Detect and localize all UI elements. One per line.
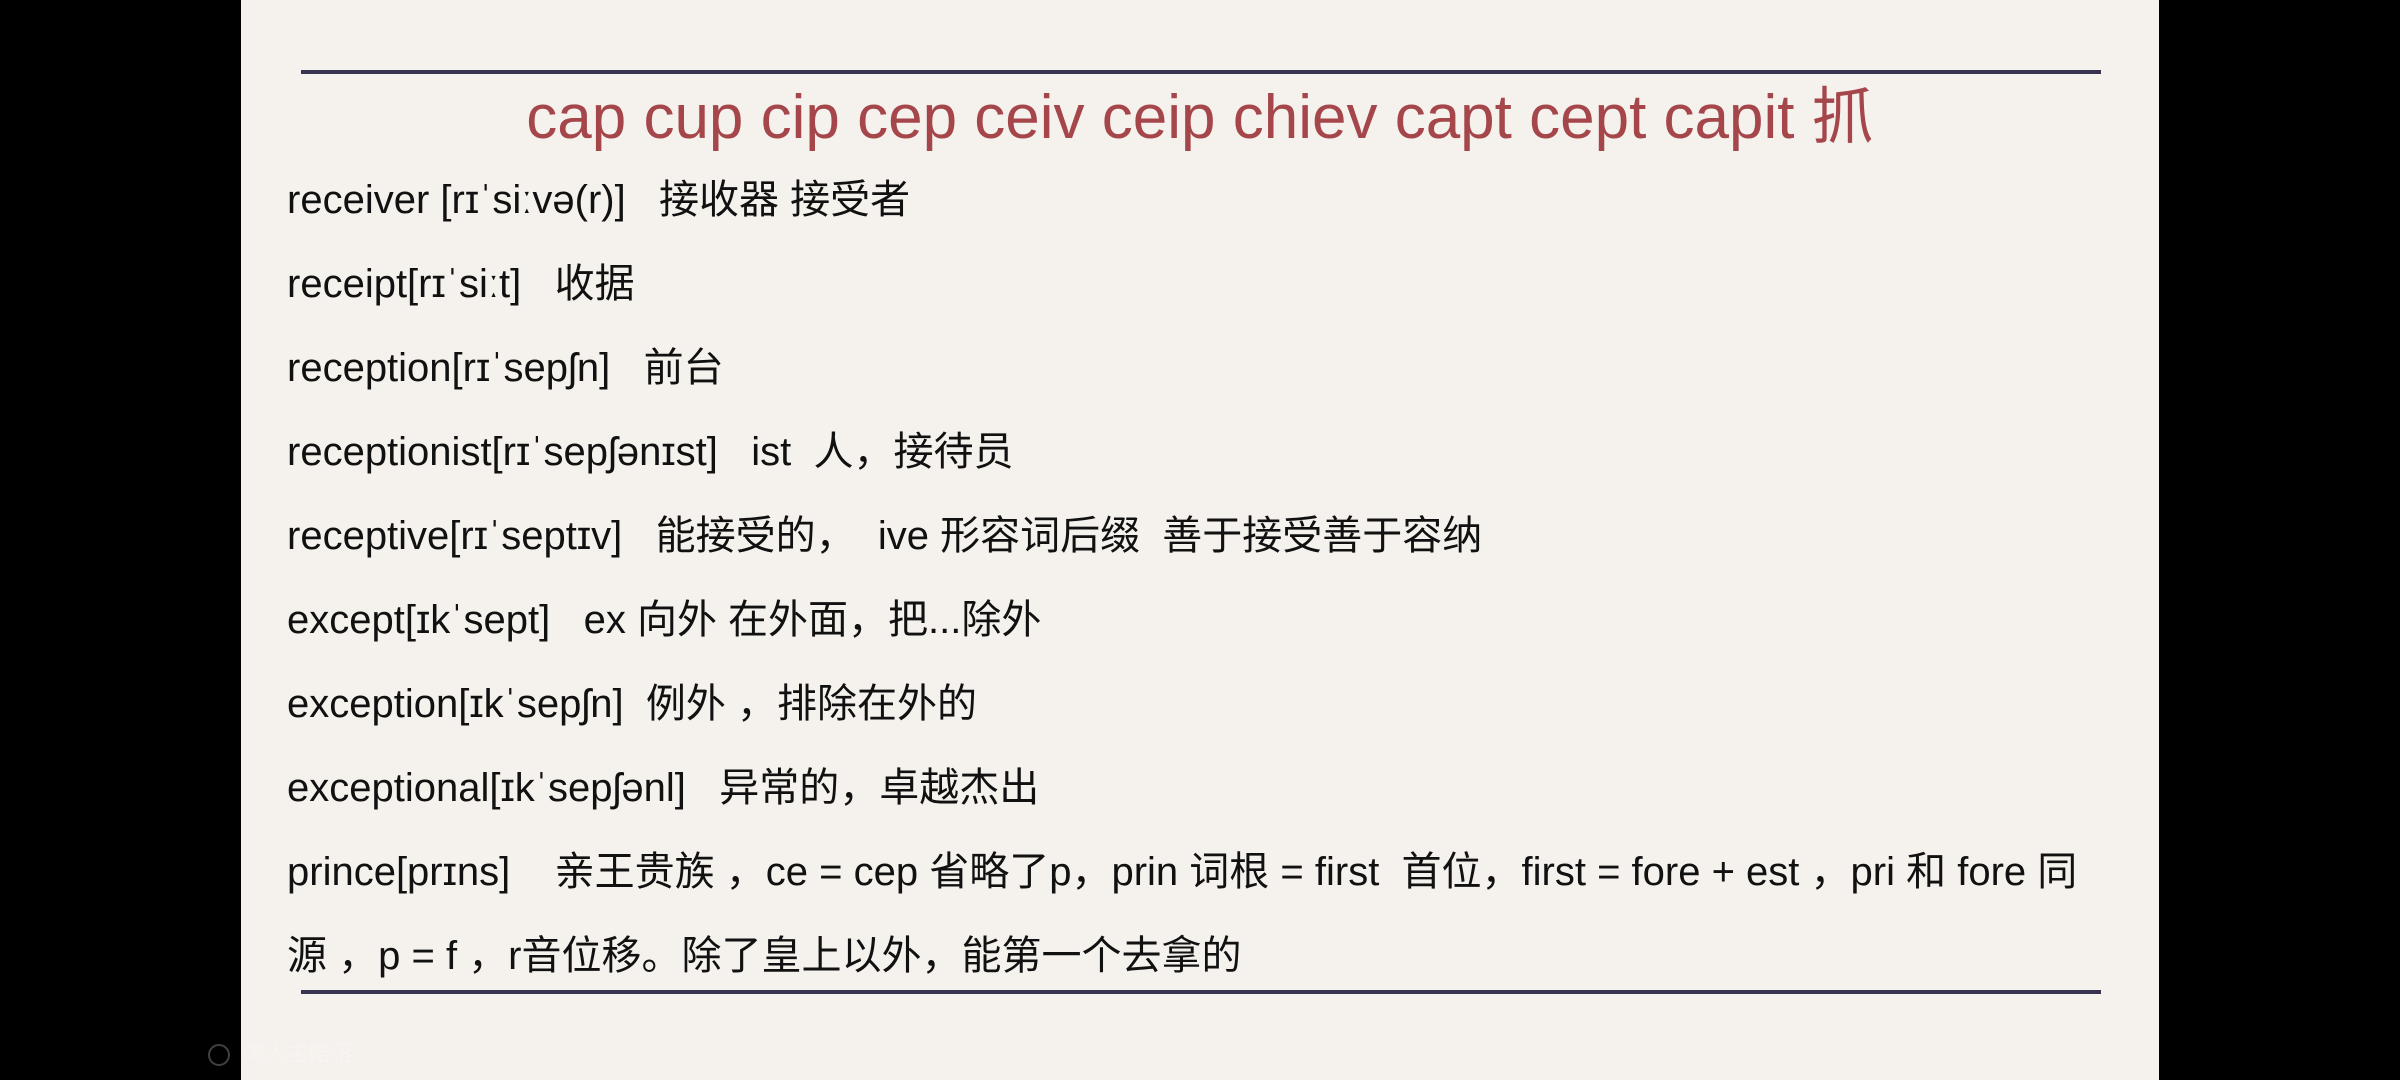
bottom-divider — [301, 990, 2101, 994]
watermark-text: 湾人主陪落 — [243, 1042, 354, 1067]
slide-title: cap cup cip cep ceiv ceip chiev capt cep… — [526, 83, 1874, 152]
slide: cap cup cip cep ceiv ceip chiev capt cep… — [241, 0, 2159, 1080]
watermark: 湾人主陪落 — [208, 1036, 353, 1068]
list-item: receiver [rɪˈsiːvə(r)] 接收器 接受者 — [287, 178, 911, 222]
vocabulary-list: receiver [rɪˈsiːvə(r)] 接收器 接受者 receipt[r… — [287, 158, 2117, 998]
list-item: receipt[rɪˈsiːt] 收据 — [287, 262, 635, 306]
list-item: reception[rɪˈsepʃn] 前台 — [287, 346, 724, 390]
list-item: exceptional[ɪkˈsepʃənl] 异常的，卓越杰出 — [287, 766, 1040, 810]
list-item: receptive[rɪˈseptɪv] 能接受的， ive 形容词后缀 善于接… — [287, 514, 1483, 558]
video-frame: cap cup cip cep ceiv ceip chiev capt cep… — [0, 0, 2400, 1080]
list-item: exception[ɪkˈsepʃn] 例外 ，排除在外的 — [287, 682, 977, 726]
user-icon — [208, 1044, 230, 1066]
list-item: prince[prɪns] 亲王贵族 ，ce = cep 省略了p，prin 词… — [287, 850, 2078, 978]
list-item: receptionist[rɪˈsepʃənɪst] ist 人，接待员 — [287, 430, 1014, 474]
list-item: except[ɪkˈsept] ex 向外 在外面，把...除外 — [287, 598, 1042, 642]
